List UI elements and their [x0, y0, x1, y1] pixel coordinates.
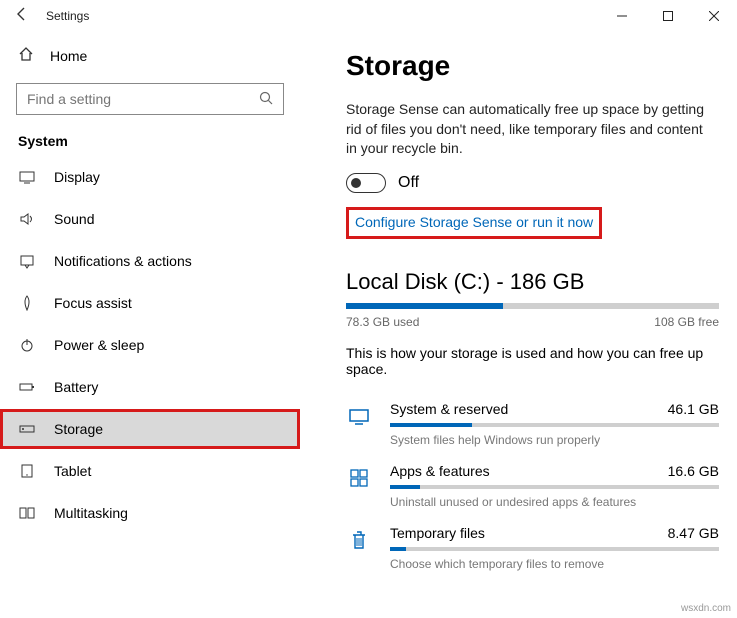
- sidebar-item-label: Multitasking: [54, 505, 128, 521]
- toggle-state-label: Off: [398, 174, 419, 192]
- sidebar-home-label: Home: [50, 48, 87, 64]
- search-box[interactable]: [16, 83, 284, 115]
- sidebar-item-label: Notifications & actions: [54, 253, 192, 269]
- apps-icon: [346, 465, 372, 491]
- page-title: Storage: [346, 50, 719, 82]
- display-icon: [18, 169, 36, 185]
- sidebar-item-battery[interactable]: Battery: [0, 367, 300, 407]
- close-button[interactable]: [691, 0, 737, 32]
- sidebar-item-display[interactable]: Display: [0, 157, 300, 197]
- category-apps-features[interactable]: Apps & features 16.6 GB Uninstall unused …: [346, 455, 719, 517]
- sidebar-item-label: Power & sleep: [54, 337, 144, 353]
- configure-storage-sense-link[interactable]: Configure Storage Sense or run it now: [355, 214, 593, 230]
- configure-link-highlight: Configure Storage Sense or run it now: [346, 207, 602, 239]
- sidebar: Home System Display Sound Notifications …: [0, 32, 300, 618]
- category-sub: Uninstall unused or undesired apps & fea…: [390, 495, 719, 509]
- sidebar-item-label: Tablet: [54, 463, 91, 479]
- window-title: Settings: [46, 9, 89, 23]
- titlebar: Settings: [0, 0, 737, 32]
- category-name: System & reserved: [390, 401, 508, 417]
- category-bar-fill: [390, 485, 420, 489]
- search-icon: [259, 91, 273, 108]
- sidebar-item-power-sleep[interactable]: Power & sleep: [0, 325, 300, 365]
- sidebar-item-label: Display: [54, 169, 100, 185]
- category-bar-fill: [390, 423, 472, 427]
- category-bar-fill: [390, 547, 406, 551]
- power-icon: [18, 337, 36, 353]
- minimize-button[interactable]: [599, 0, 645, 32]
- category-name: Apps & features: [390, 463, 490, 479]
- category-name: Temporary files: [390, 525, 485, 541]
- disk-used-label: 78.3 GB used: [346, 315, 419, 329]
- maximize-button[interactable]: [645, 0, 691, 32]
- disk-usage-bar: [346, 303, 719, 309]
- system-icon: [346, 403, 372, 429]
- sidebar-item-notifications[interactable]: Notifications & actions: [0, 241, 300, 281]
- multitasking-icon: [18, 505, 36, 521]
- tablet-icon: [18, 463, 36, 479]
- watermark: wsxdn.com: [681, 603, 731, 614]
- disk-title: Local Disk (C:) - 186 GB: [346, 269, 719, 295]
- category-size: 16.6 GB: [668, 463, 719, 479]
- storage-sense-description: Storage Sense can automatically free up …: [346, 100, 706, 159]
- back-icon[interactable]: [14, 6, 30, 27]
- home-icon: [18, 46, 34, 65]
- sidebar-item-sound[interactable]: Sound: [0, 199, 300, 239]
- sidebar-item-tablet[interactable]: Tablet: [0, 451, 300, 491]
- usage-description: This is how your storage is used and how…: [346, 345, 716, 377]
- focus-assist-icon: [18, 295, 36, 311]
- sidebar-item-focus-assist[interactable]: Focus assist: [0, 283, 300, 323]
- sidebar-item-label: Sound: [54, 211, 94, 227]
- category-sub: System files help Windows run properly: [390, 433, 719, 447]
- disk-free-label: 108 GB free: [654, 315, 719, 329]
- category-sub: Choose which temporary files to remove: [390, 557, 719, 571]
- disk-usage-bar-fill: [346, 303, 503, 309]
- storage-icon: [18, 421, 36, 437]
- sidebar-item-multitasking[interactable]: Multitasking: [0, 493, 300, 533]
- sidebar-item-label: Storage: [54, 421, 103, 437]
- sidebar-item-storage[interactable]: Storage: [0, 409, 300, 449]
- category-size: 8.47 GB: [668, 525, 719, 541]
- category-temporary-files[interactable]: Temporary files 8.47 GB Choose which temp…: [346, 517, 719, 579]
- category-size: 46.1 GB: [668, 401, 719, 417]
- sidebar-section-label: System: [0, 133, 300, 155]
- sound-icon: [18, 211, 36, 227]
- sidebar-item-label: Focus assist: [54, 295, 132, 311]
- category-system-reserved[interactable]: System & reserved 46.1 GB System files he…: [346, 393, 719, 455]
- battery-icon: [18, 379, 36, 395]
- content-pane: Storage Storage Sense can automatically …: [300, 32, 737, 618]
- notifications-icon: [18, 253, 36, 269]
- search-input[interactable]: [27, 91, 247, 107]
- storage-sense-toggle[interactable]: [346, 173, 386, 193]
- trash-icon: [346, 527, 372, 553]
- sidebar-home[interactable]: Home: [0, 36, 300, 75]
- sidebar-item-label: Battery: [54, 379, 98, 395]
